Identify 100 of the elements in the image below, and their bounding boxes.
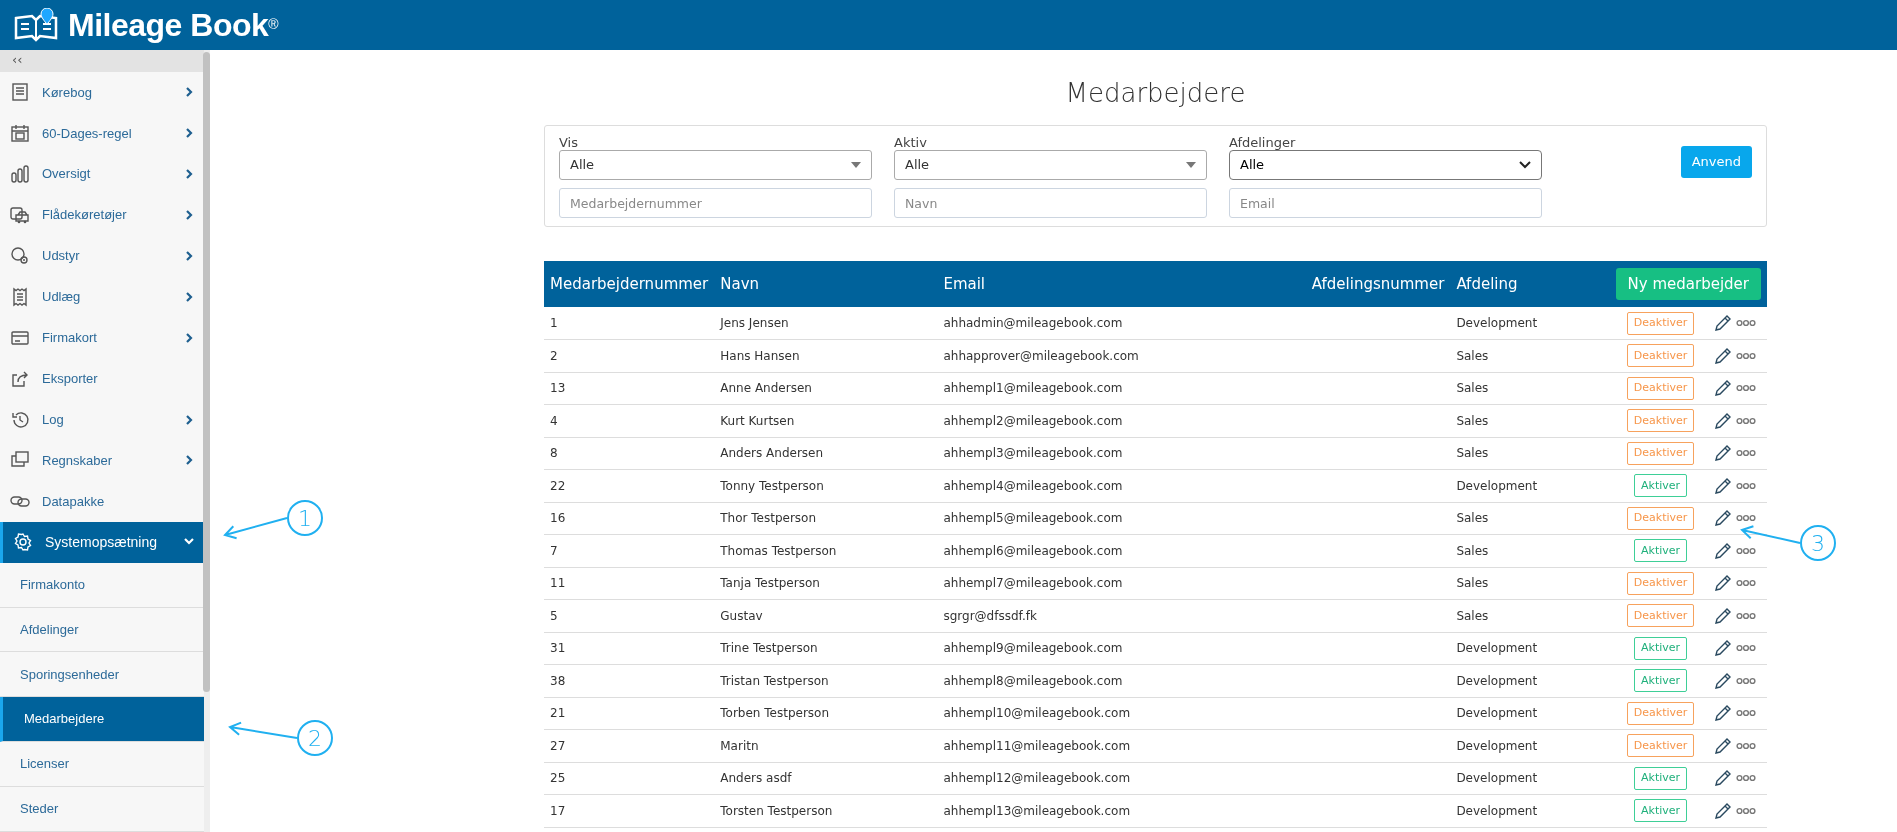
more-icon[interactable] <box>1735 774 1756 783</box>
book-icon <box>10 82 30 103</box>
table-cell: 4 <box>544 404 715 438</box>
table-cell: ahhempl4@mileagebook.com <box>937 469 1276 503</box>
edit-icon[interactable] <box>1713 379 1732 398</box>
more-icon[interactable] <box>1735 611 1756 620</box>
table-cell: Sales <box>1450 404 1610 438</box>
edit-icon[interactable] <box>1713 704 1732 723</box>
sidebar-item[interactable]: Systemopsætning <box>0 521 204 563</box>
edit-icon[interactable] <box>1713 314 1732 333</box>
table-cell: Development <box>1450 307 1610 340</box>
edit-icon[interactable] <box>1713 476 1732 495</box>
more-icon[interactable] <box>1735 351 1756 360</box>
sidebar-subitem[interactable]: Steder <box>0 787 204 832</box>
edit-icon[interactable] <box>1713 444 1732 463</box>
edit-icon[interactable] <box>1713 671 1732 690</box>
more-icon[interactable] <box>1735 579 1756 588</box>
edit-icon[interactable] <box>1713 411 1732 430</box>
edit-icon[interactable] <box>1713 541 1732 560</box>
table-cell: Sales <box>1450 339 1610 373</box>
more-icon[interactable] <box>1735 481 1756 490</box>
activate-button[interactable]: Aktiver <box>1634 636 1688 660</box>
table-cell: Development <box>1450 632 1610 665</box>
table-cell: 31 <box>544 632 715 665</box>
table-cell: 11 <box>544 567 715 600</box>
more-icon[interactable] <box>1735 806 1756 815</box>
sidebar-subitem[interactable]: Afdelinger <box>0 607 204 653</box>
more-icon[interactable] <box>1735 644 1756 653</box>
activate-button[interactable]: Aktiver <box>1634 539 1688 563</box>
edit-icon[interactable] <box>1713 769 1732 788</box>
sidebar-item[interactable]: Eksporter <box>0 358 204 400</box>
activate-button[interactable]: Aktiver <box>1634 799 1688 823</box>
table-cell: ahhadmin@mileagebook.com <box>937 307 1276 340</box>
text-field[interactable]: Medarbejdernummer <box>559 188 872 219</box>
table-cell: 7 <box>544 534 715 568</box>
more-icon[interactable] <box>1735 449 1756 458</box>
table-cell: 1 <box>544 307 715 340</box>
edit-icon[interactable] <box>1713 509 1732 528</box>
table-cell: Sales <box>1450 437 1610 470</box>
more-icon[interactable] <box>1735 676 1756 685</box>
select-field[interactable]: Alle <box>1229 150 1542 181</box>
sidebar-subitem[interactable]: Medarbejdere <box>0 697 204 743</box>
table-cell: ahhempl13@mileagebook.com <box>937 794 1276 828</box>
more-icon[interactable] <box>1735 546 1756 555</box>
more-icon[interactable] <box>1735 416 1756 425</box>
table-cell: Development <box>1450 469 1610 503</box>
text-field[interactable]: Navn <box>894 188 1207 219</box>
edit-icon[interactable] <box>1713 736 1732 755</box>
more-icon[interactable] <box>1735 741 1756 750</box>
select-field[interactable]: Alle <box>894 150 1207 181</box>
sidebar-item[interactable]: Oversigt <box>0 153 204 195</box>
table-cell: ahhempl9@mileagebook.com <box>937 632 1276 665</box>
table-cell: ahhempl5@mileagebook.com <box>937 502 1276 535</box>
table-cell: ahhempl10@mileagebook.com <box>937 697 1276 730</box>
activate-button[interactable]: Aktiver <box>1634 766 1688 790</box>
text-field[interactable]: Email <box>1229 188 1542 219</box>
table-cell: Development <box>1450 664 1610 698</box>
sidebar-item[interactable]: 60-Dages-regel <box>0 112 204 154</box>
edit-icon[interactable] <box>1713 346 1732 365</box>
table-cell: Kurt Kurtsen <box>714 404 938 438</box>
sidebar-item[interactable]: Udlæg <box>0 276 204 318</box>
callout-arrow <box>228 721 298 739</box>
sidebar-item[interactable]: Log <box>0 399 204 440</box>
edit-icon[interactable] <box>1713 574 1732 593</box>
table-cell: Development <box>1450 697 1610 730</box>
table-cell: 38 <box>544 664 715 698</box>
edit-icon[interactable] <box>1713 639 1732 658</box>
more-icon[interactable] <box>1735 319 1756 328</box>
table-cell: ahhempl3@mileagebook.com <box>937 437 1276 470</box>
sidebar-item[interactable]: Datapakke <box>0 480 204 522</box>
caret-icon <box>851 162 861 169</box>
sidebar-item[interactable]: Flådekøretøjer <box>0 194 204 236</box>
sidebar-item[interactable]: Regnskaber <box>0 439 204 481</box>
more-icon[interactable] <box>1735 709 1756 718</box>
activate-button[interactable]: Aktiver <box>1634 669 1688 693</box>
edit-icon[interactable] <box>1713 606 1732 625</box>
activate-button[interactable]: Aktiver <box>1634 474 1688 498</box>
sidebar-item[interactable]: Firmakort <box>0 317 204 359</box>
table-cell: Thor Testperson <box>714 502 938 535</box>
table-cell: Sales <box>1450 372 1610 405</box>
table-cell: Torsten Testperson <box>714 794 938 828</box>
more-icon[interactable] <box>1735 384 1756 393</box>
sidebar-item[interactable]: Udstyr <box>0 235 204 277</box>
sidebar-subitem[interactable]: Firmakonto <box>0 562 204 608</box>
table-cell: ahhempl2@mileagebook.com <box>937 404 1276 438</box>
table-cell: ahhempl12@mileagebook.com <box>937 762 1276 795</box>
table-cell: Tanja Testperson <box>714 567 938 600</box>
collapse-button[interactable]: ‹‹ <box>0 50 204 72</box>
table-cell: Hans Hansen <box>714 339 938 373</box>
logo-icon <box>12 8 60 42</box>
sidebar-item[interactable]: Kørebog <box>0 71 204 113</box>
table-cell: ahhapprover@mileagebook.com <box>937 339 1276 373</box>
field-label: Afdelinger <box>1229 136 1297 151</box>
callout-arrow <box>1740 525 1801 544</box>
scrollbar[interactable] <box>203 52 210 692</box>
select-field[interactable]: Alle <box>559 150 872 181</box>
edit-icon[interactable] <box>1713 801 1732 820</box>
sidebar-subitem[interactable]: Licenser <box>0 742 204 788</box>
more-icon[interactable] <box>1735 514 1756 523</box>
table-cell: 17 <box>544 794 715 828</box>
